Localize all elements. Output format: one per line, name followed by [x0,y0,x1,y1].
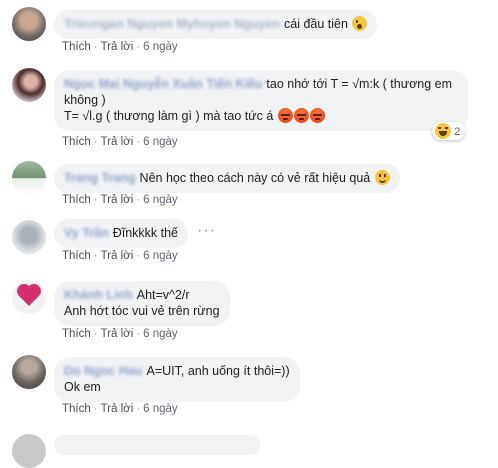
comment-actions: Thích · Trả lời · 6 ngày [62,136,178,148]
comment-bubble: Trang Trang Nên học theo cách này có vẻ r… [54,164,400,193]
reply-link[interactable]: Trả lời [101,328,134,340]
separator: · [136,194,141,206]
reply-link[interactable]: Trả lời [101,194,134,206]
comment-author[interactable]: Khánh Linh [64,288,133,302]
comment-author[interactable]: Do Ngoc Hau [64,364,142,378]
timestamp[interactable]: 6 ngày [143,136,178,148]
separator: · [136,328,141,340]
comment-text-line: Aht=v^2/r [136,288,190,302]
like-link[interactable]: Thích [62,328,91,340]
reply-link[interactable]: Trả lời [101,403,134,415]
comment-bubble: Do Ngoc Hau A=UIT, anh uống ít thôi=)) Ok… [54,357,300,402]
comment-text-line: Ok em [64,380,101,394]
avatar[interactable] [12,220,46,254]
reaction-count: 2 [454,126,461,138]
avatar[interactable] [12,355,46,389]
avatar[interactable] [12,68,46,102]
comment-text-line: tao nhớ tới T = √m:k ( thương em [266,77,453,91]
separator: · [93,136,98,148]
timestamp[interactable]: 6 ngày [143,328,178,340]
laugh-emoji-icon [435,123,451,139]
timestamp[interactable]: 6 ngày [143,250,178,262]
reply-link[interactable]: Trả lời [101,250,134,262]
separator: · [93,194,98,206]
comment-actions: Thích · Trả lời · 6 ngày [62,250,178,262]
timestamp[interactable]: 6 ngày [143,403,178,415]
comment-author[interactable]: Vy Trần [64,226,109,240]
separator: · [136,41,141,53]
comment-bubble: Vy Trần Đĩnkkkk thế [54,219,189,248]
comment-bubble: Trieungan Nguyen Myhuyen Nguyen cái đầu t… [54,10,378,39]
like-link[interactable]: Thích [62,136,91,148]
separator: · [136,403,141,415]
timestamp[interactable]: 6 ngày [143,194,178,206]
avatar[interactable] [12,7,46,41]
comment-text-line: không ) [64,93,106,107]
avatar[interactable] [12,434,46,468]
comment-actions: Thích · Trả lời · 6 ngày [62,41,178,53]
like-link[interactable]: Thích [62,250,91,262]
comment-text: Đĩnkkkk thế [112,226,179,240]
comment-text: Nên học theo cách này có vẻ rất hiệu quả [139,171,371,185]
comment-actions: Thích · Trả lời · 6 ngày [62,403,178,415]
reply-link[interactable]: Trả lời [101,41,134,53]
separator: · [93,403,98,415]
like-link[interactable]: Thích [62,403,91,415]
comment-bubble [54,435,260,455]
separator: · [136,250,141,262]
avatar[interactable] [12,280,46,314]
more-options-icon[interactable]: ··· [197,223,216,239]
comment-actions: Thích · Trả lời · 6 ngày [62,194,178,206]
separator: · [93,328,98,340]
comment-actions: Thích · Trả lời · 6 ngày [62,328,178,340]
comment-text-line: T= √l.g ( thương làm gì ) mà tao tức á [64,109,274,123]
astonished-emoji-icon [352,16,368,31]
timestamp[interactable]: 6 ngày [143,41,178,53]
separator: · [136,136,141,148]
angry-emoji-icon [309,108,325,123]
reaction-badge[interactable]: 2 [432,122,466,140]
avatar[interactable] [12,161,46,195]
angry-emoji-icon [293,108,309,123]
comment-text-line: A=UIT, anh uống ít thôi=)) [146,364,290,378]
like-link[interactable]: Thích [62,41,91,53]
angry-emoji-icon [277,108,293,123]
heart-icon [19,286,39,306]
comment-text: cái đầu tiên [284,17,348,31]
like-link[interactable]: Thích [62,194,91,206]
smile-emoji-icon [374,170,390,185]
partial-comment [0,430,498,468]
separator: · [93,250,98,262]
comment-text-line: Anh hớt tóc vui vẻ trên rừng [64,304,220,318]
comment-bubble: Ngọc Mai Nguyễn Xuân Tiến Kiều tao nhớ tớ… [54,70,468,131]
separator: · [93,41,98,53]
comment-author[interactable]: Trieungan Nguyen Myhuyen Nguyen [64,17,280,31]
reply-link[interactable]: Trả lời [101,136,134,148]
comment-author[interactable]: Trang Trang [64,171,136,185]
comment-bubble: Khánh Linh Aht=v^2/r Anh hớt tóc vui vẻ t… [54,281,230,326]
comment-author[interactable]: Ngọc Mai Nguyễn Xuân Tiến Kiều [64,77,262,91]
